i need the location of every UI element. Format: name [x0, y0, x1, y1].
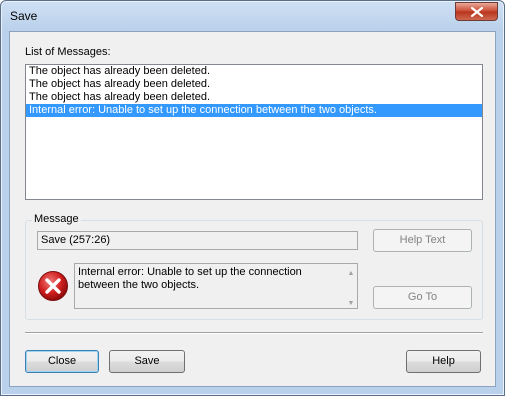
save-dialog: Save List of Messages: The object has al…	[0, 0, 505, 396]
separator	[25, 332, 483, 334]
save-button[interactable]: Save	[109, 350, 185, 373]
go-to-button[interactable]: Go To	[373, 286, 472, 309]
list-item[interactable]: The object has already been deleted.	[26, 91, 482, 104]
message-text-content: Internal error: Unable to set up the con…	[78, 266, 302, 291]
title-bar[interactable]: Save	[1, 1, 504, 31]
dialog-body: List of Messages: The object has already…	[9, 31, 496, 387]
messages-list[interactable]: The object has already been deleted. The…	[25, 64, 483, 200]
message-source-field: Save (257:26)	[37, 231, 358, 250]
help-button[interactable]: Help	[406, 350, 481, 373]
window-close-button[interactable]	[455, 2, 498, 21]
error-icon	[38, 271, 68, 301]
list-label: List of Messages:	[25, 46, 111, 58]
message-text[interactable]: Internal error: Unable to set up the con…	[74, 263, 358, 309]
close-button[interactable]: Close	[25, 350, 99, 373]
help-text-button[interactable]: Help Text	[373, 229, 472, 252]
list-item[interactable]: The object has already been deleted.	[26, 65, 482, 78]
list-item[interactable]: The object has already been deleted.	[26, 78, 482, 91]
scroll-down-arrow-icon[interactable]: ▼	[347, 297, 355, 307]
close-icon	[471, 7, 483, 17]
scroll-up-arrow-icon[interactable]: ▲	[347, 267, 355, 277]
message-group-label: Message	[32, 213, 81, 225]
list-item-selected[interactable]: Internal error: Unable to set up the con…	[26, 104, 482, 117]
window-title: Save	[10, 9, 38, 23]
